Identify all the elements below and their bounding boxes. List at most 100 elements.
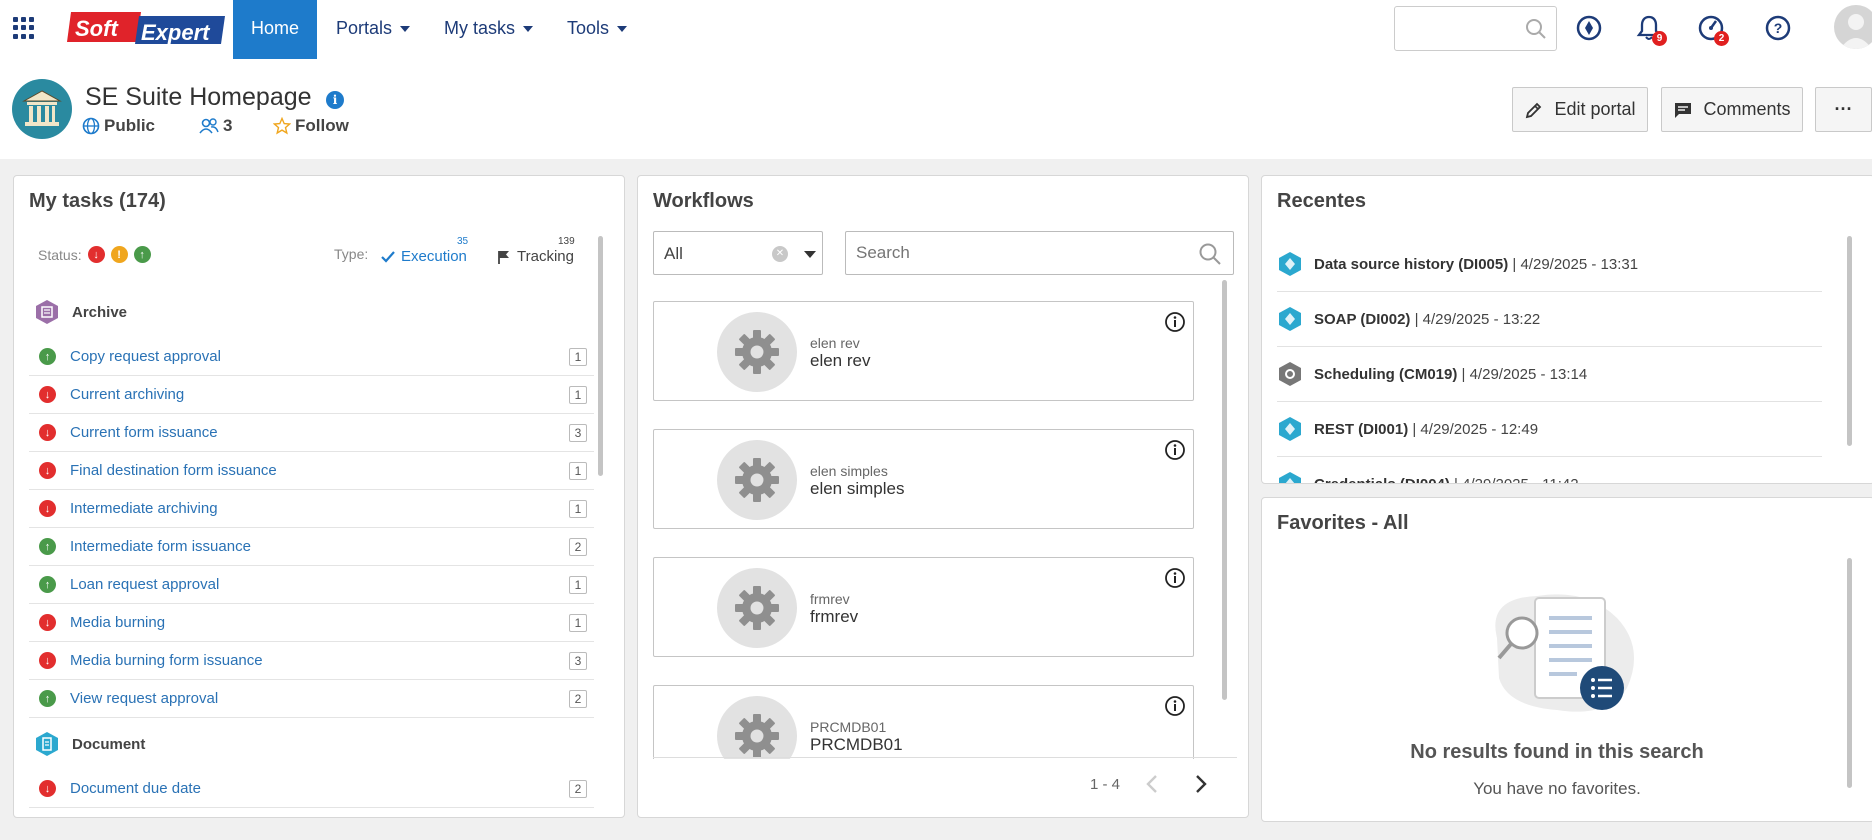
task-row[interactable]: ↓ Media burning 1: [29, 604, 594, 642]
recent-title: Recentes: [1277, 190, 1366, 212]
edit-portal-label: Edit portal: [1554, 99, 1636, 119]
portal-members-count: 3: [223, 116, 233, 135]
task-name[interactable]: Final destination form issuance: [70, 462, 277, 479]
status-label: Status:: [38, 246, 82, 263]
recent-list: Data source history (DI005) | 4/29/2025 …: [1277, 237, 1822, 483]
task-row[interactable]: ↓ Document due date 2: [29, 770, 594, 808]
recent-item[interactable]: Scheduling (CM019) | 4/29/2025 - 13:14: [1277, 347, 1822, 402]
favorites-scrollbar[interactable]: [1847, 558, 1852, 788]
edit-portal-button[interactable]: Edit portal: [1512, 87, 1648, 132]
task-row[interactable]: ↑ Intermediate form issuance 2: [29, 528, 594, 566]
status-ontime-icon[interactable]: ↑: [133, 246, 151, 263]
clear-icon[interactable]: ✕: [772, 246, 788, 262]
task-row[interactable]: ↑ View request approval 2: [29, 680, 594, 718]
status-warning-icon[interactable]: !: [110, 246, 128, 263]
task-name[interactable]: View request approval: [70, 690, 218, 707]
workflows-panel: Workflows All ✕ elen revelen rev elen sim…: [637, 175, 1249, 818]
type-label: Type:: [334, 246, 369, 262]
nav-my-tasks[interactable]: My tasks: [444, 0, 534, 59]
datasource-hex-icon: [1279, 252, 1301, 276]
recent-item[interactable]: SOAP (DI002) | 4/29/2025 - 13:22: [1277, 292, 1822, 347]
svg-text:Expert: Expert: [141, 20, 211, 45]
workflow-list-divider: [653, 757, 1237, 758]
user-icon: [1840, 14, 1872, 49]
bank-building-icon: [22, 90, 62, 126]
apps-grid-icon[interactable]: [13, 17, 35, 39]
recent-item[interactable]: REST (DI001) | 4/29/2025 - 12:49: [1277, 402, 1822, 457]
portal-visibility[interactable]: Public: [82, 116, 155, 136]
more-options-button[interactable]: ···: [1815, 87, 1872, 132]
tasks-list: Archive ↑ Copy request approval 1 ↓ Current …: [29, 286, 594, 808]
nav-tools-label: Tools: [567, 18, 610, 38]
chevron-left-icon[interactable]: [1141, 772, 1163, 796]
nav-portals-label: Portals: [336, 18, 393, 38]
info-icon[interactable]: [1164, 695, 1186, 717]
recent-item[interactable]: Data source history (DI005) | 4/29/2025 …: [1277, 237, 1822, 292]
chevron-down-icon: [617, 26, 628, 33]
recent-item-date: | 4/29/2025 - 13:22: [1410, 310, 1541, 328]
empty-favorites-illustration: [1495, 594, 1635, 712]
tasks-scrollbar[interactable]: [598, 236, 603, 476]
task-name[interactable]: Loan request approval: [70, 576, 219, 593]
tasks-gauge-icon[interactable]: 2: [1695, 12, 1729, 46]
workflow-card[interactable]: elen simples elen simples: [653, 429, 1194, 529]
workflows-scrollbar[interactable]: [1222, 280, 1227, 700]
chevron-down-icon: [400, 26, 411, 33]
task-group-name: Document: [72, 735, 146, 753]
task-name[interactable]: Media burning form issuance: [70, 652, 263, 669]
info-icon[interactable]: i: [326, 91, 344, 109]
task-name[interactable]: Intermediate archiving: [70, 500, 218, 517]
notifications-bell-icon[interactable]: 9: [1633, 12, 1667, 46]
type-execution-filter[interactable]: Execution: [380, 248, 467, 265]
nav-portals[interactable]: Portals: [336, 0, 411, 59]
nav-tools[interactable]: Tools: [567, 0, 628, 59]
arrow-up-icon: ↑: [39, 348, 56, 365]
info-icon[interactable]: [1164, 311, 1186, 333]
help-icon[interactable]: ?: [1762, 12, 1794, 44]
workflow-name: elen rev: [810, 351, 871, 370]
task-name[interactable]: Current archiving: [70, 386, 184, 403]
global-search-input[interactable]: [1394, 6, 1557, 51]
nav-home[interactable]: Home: [233, 0, 317, 59]
portal-members[interactable]: 3: [199, 116, 232, 136]
task-row[interactable]: ↑ Loan request approval 1: [29, 566, 594, 604]
task-name[interactable]: Copy request approval: [70, 348, 221, 365]
scheduling-hex-icon: [1279, 362, 1301, 386]
type-tracking-filter[interactable]: Tracking: [496, 248, 574, 265]
arrow-down-icon: ↓: [39, 652, 56, 669]
portal-visibility-label: Public: [104, 116, 156, 135]
task-row[interactable]: ↓ Current archiving 1: [29, 376, 594, 414]
compass-icon[interactable]: [1573, 12, 1605, 44]
comments-button[interactable]: Comments: [1661, 87, 1803, 132]
follow-button[interactable]: Follow: [273, 116, 349, 136]
workflow-card[interactable]: PRCMDB01 PRCMDB01: [653, 685, 1194, 759]
task-name[interactable]: Media burning: [70, 614, 165, 631]
recent-scrollbar[interactable]: [1847, 236, 1852, 446]
star-icon: [273, 117, 291, 135]
status-late-icon[interactable]: ↓: [87, 246, 105, 263]
chevron-right-icon[interactable]: [1190, 772, 1212, 796]
task-row[interactable]: ↓ Intermediate archiving 1: [29, 490, 594, 528]
workflow-pager-range: 1 - 4: [1090, 776, 1121, 793]
user-avatar[interactable]: [1834, 5, 1872, 49]
workflow-card[interactable]: elen rev elen rev: [653, 301, 1194, 401]
task-name[interactable]: Document due date: [70, 780, 201, 797]
workflow-filter-select[interactable]: All ✕: [653, 231, 823, 275]
task-row[interactable]: ↓ Final destination form issuance 1: [29, 452, 594, 490]
recent-item[interactable]: Credentials (DI004) | 4/29/2025 - 11:42: [1277, 457, 1822, 483]
task-count-badge: 1: [569, 614, 587, 632]
search-icon[interactable]: [1198, 242, 1222, 266]
softexpert-logo[interactable]: Soft Expert: [67, 10, 225, 46]
info-icon[interactable]: [1164, 439, 1186, 461]
execution-count: 35: [457, 236, 469, 247]
workflow-search-input[interactable]: [845, 231, 1234, 275]
task-row[interactable]: ↑ Copy request approval 1: [29, 338, 594, 376]
workflow-card[interactable]: frmrev frmrev: [653, 557, 1194, 657]
task-name[interactable]: Current form issuance: [70, 424, 218, 441]
info-icon[interactable]: [1164, 567, 1186, 589]
task-row[interactable]: ↓ Current form issuance 3: [29, 414, 594, 452]
gear-icon: [717, 312, 797, 392]
task-row[interactable]: ↓ Media burning form issuance 3: [29, 642, 594, 680]
tracking-label: Tracking: [517, 248, 574, 265]
task-name[interactable]: Intermediate form issuance: [70, 538, 251, 555]
